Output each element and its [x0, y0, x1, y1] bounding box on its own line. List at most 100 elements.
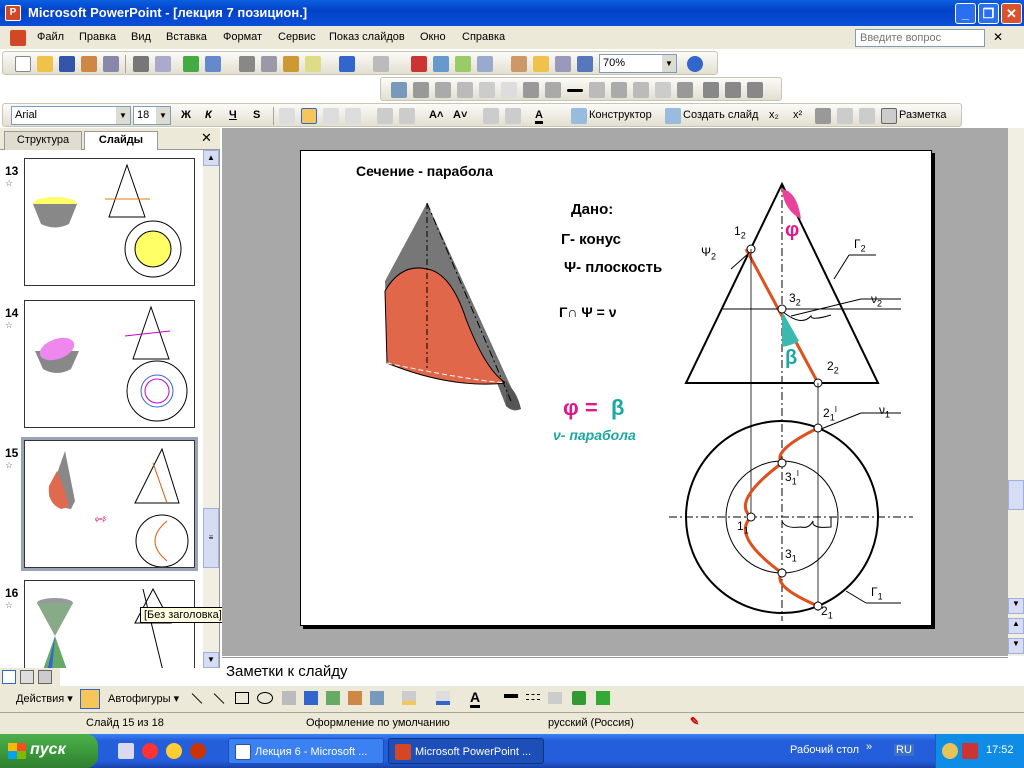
- chevron-down-icon[interactable]: ▼: [662, 55, 676, 72]
- line-style-icon[interactable]: [567, 89, 583, 92]
- print-preview-icon[interactable]: [155, 56, 171, 72]
- menu-format[interactable]: Формат: [223, 31, 262, 43]
- next-slide-icon[interactable]: ▼: [1008, 638, 1024, 654]
- slideshow-icon[interactable]: [38, 670, 52, 684]
- close-icon[interactable]: ✕: [201, 130, 212, 146]
- decrease-indent-icon[interactable]: [483, 108, 499, 124]
- set-transparent-icon[interactable]: [655, 82, 671, 98]
- menu-slideshow[interactable]: Показ слайдов: [329, 31, 405, 43]
- quicklaunch-browser-icon[interactable]: [142, 743, 158, 759]
- new-slide-button[interactable]: Создать слайд: [683, 109, 758, 121]
- menu-window[interactable]: Окно: [420, 31, 446, 43]
- justify-icon[interactable]: [345, 108, 361, 124]
- open-icon[interactable]: [37, 56, 53, 72]
- increase-indent-icon[interactable]: [505, 108, 521, 124]
- reset-picture-icon[interactable]: [677, 82, 693, 98]
- taskbar-item-powerpoint[interactable]: Microsoft PowerPoint ...: [388, 738, 544, 764]
- scroll-down-icon[interactable]: ▼: [1008, 598, 1024, 614]
- dash-style-icon[interactable]: [526, 694, 540, 700]
- menu-file[interactable]: Файл: [37, 31, 64, 43]
- align-center-icon[interactable]: [301, 108, 317, 124]
- menu-insert[interactable]: Вставка: [166, 31, 207, 43]
- copy-icon[interactable]: [261, 56, 277, 72]
- chart-icon[interactable]: [411, 56, 427, 72]
- start-button[interactable]: пуск: [0, 734, 98, 768]
- layout-button[interactable]: Разметка: [899, 109, 947, 121]
- align-left-icon[interactable]: [279, 108, 295, 124]
- help-search-input[interactable]: [855, 29, 985, 47]
- designer-button[interactable]: Конструктор: [589, 109, 652, 121]
- tab-outline[interactable]: Структура: [4, 131, 82, 150]
- superscript-icon[interactable]: x²: [793, 109, 802, 121]
- diagram-icon[interactable]: [326, 691, 340, 705]
- table-icon[interactable]: [433, 56, 449, 72]
- new-icon[interactable]: [15, 56, 31, 72]
- format-picture-icon[interactable]: [633, 82, 649, 98]
- scroll-up-icon[interactable]: ▲: [203, 150, 219, 166]
- permission-icon[interactable]: [81, 56, 97, 72]
- zoom-combo[interactable]: 70% ▼: [599, 54, 677, 73]
- phi-equation[interactable]: φ =: [563, 395, 598, 421]
- slide-thumbnail-13[interactable]: [24, 158, 195, 286]
- superscript2-icon[interactable]: [747, 82, 763, 98]
- less-brightness-icon[interactable]: [501, 82, 517, 98]
- more-contrast-icon[interactable]: [435, 82, 451, 98]
- textbox-icon[interactable]: [282, 691, 296, 705]
- slide-title[interactable]: Сечение - парабола: [356, 163, 493, 179]
- show-grid-icon[interactable]: [555, 56, 571, 72]
- menu-edit[interactable]: Правка: [79, 31, 116, 43]
- chevron-down-icon[interactable]: ▼: [116, 107, 130, 124]
- undo-icon[interactable]: [339, 56, 355, 72]
- compress-icon[interactable]: [589, 82, 605, 98]
- underline-icon[interactable]: Ч: [229, 109, 237, 121]
- 3d-style-icon[interactable]: [596, 691, 610, 705]
- move-up-icon[interactable]: [815, 108, 831, 124]
- language-indicator[interactable]: RU: [894, 744, 914, 756]
- more-brightness-icon[interactable]: [479, 82, 495, 98]
- minimize-button[interactable]: _: [955, 3, 976, 24]
- menu-view[interactable]: Вид: [131, 31, 151, 43]
- slide-thumbnail-16[interactable]: [24, 580, 195, 668]
- oval-icon[interactable]: [257, 692, 273, 704]
- designer-icon[interactable]: [571, 108, 587, 124]
- wordart-icon[interactable]: [304, 691, 318, 705]
- scroll-thumb[interactable]: ≡: [203, 508, 219, 568]
- clock[interactable]: 17:52: [986, 744, 1014, 756]
- font-color-icon[interactable]: A: [535, 109, 543, 124]
- line-style-icon[interactable]: [504, 694, 518, 698]
- line-icon[interactable]: [191, 693, 203, 704]
- rotate-icon[interactable]: [545, 82, 561, 98]
- parabola-label[interactable]: ν- парабола: [553, 427, 636, 443]
- restore-button[interactable]: ❐: [978, 3, 999, 24]
- research-icon[interactable]: [205, 56, 221, 72]
- font-name-combo[interactable]: Arial ▼: [11, 106, 131, 125]
- close-button[interactable]: ✕: [1001, 3, 1022, 24]
- redo-icon[interactable]: [373, 56, 389, 72]
- color-icon[interactable]: [413, 82, 429, 98]
- decrease-font-icon[interactable]: A˅: [453, 109, 467, 121]
- new-slide-icon[interactable]: [665, 108, 681, 124]
- slide-thumbnail-14[interactable]: [24, 300, 195, 428]
- font-color-icon[interactable]: A: [470, 689, 481, 708]
- shadow-style-icon[interactable]: [572, 691, 586, 705]
- desktop-toolbar[interactable]: Рабочий стол: [790, 744, 859, 756]
- notes-pane[interactable]: Заметки к слайду: [222, 657, 1008, 684]
- superscript-icon[interactable]: [725, 82, 741, 98]
- hyperlink-icon[interactable]: [477, 56, 493, 72]
- slide-thumbnail-15[interactable]: φ=β: [21, 437, 198, 571]
- slide-scrollbar[interactable]: ▼ ▲ ▼: [1008, 128, 1024, 656]
- actions-menu[interactable]: Действия ▾: [16, 692, 73, 705]
- scroll-thumb[interactable]: [1008, 480, 1024, 510]
- tray-security-icon[interactable]: [962, 743, 978, 759]
- show-formatting-icon[interactable]: [533, 56, 549, 72]
- arrow-style-icon[interactable]: [548, 692, 562, 704]
- given-label[interactable]: Дано:: [571, 201, 613, 218]
- powerpoint-app-icon[interactable]: P: [5, 5, 21, 21]
- less-contrast-icon[interactable]: [457, 82, 473, 98]
- format-painter-icon[interactable]: [305, 56, 321, 72]
- menu-tools[interactable]: Сервис: [278, 31, 316, 43]
- shadow-icon[interactable]: S: [253, 109, 260, 121]
- increase-font-icon[interactable]: A˄: [429, 109, 443, 121]
- clipart-icon[interactable]: [348, 691, 362, 705]
- chevron-icon[interactable]: »: [866, 741, 872, 753]
